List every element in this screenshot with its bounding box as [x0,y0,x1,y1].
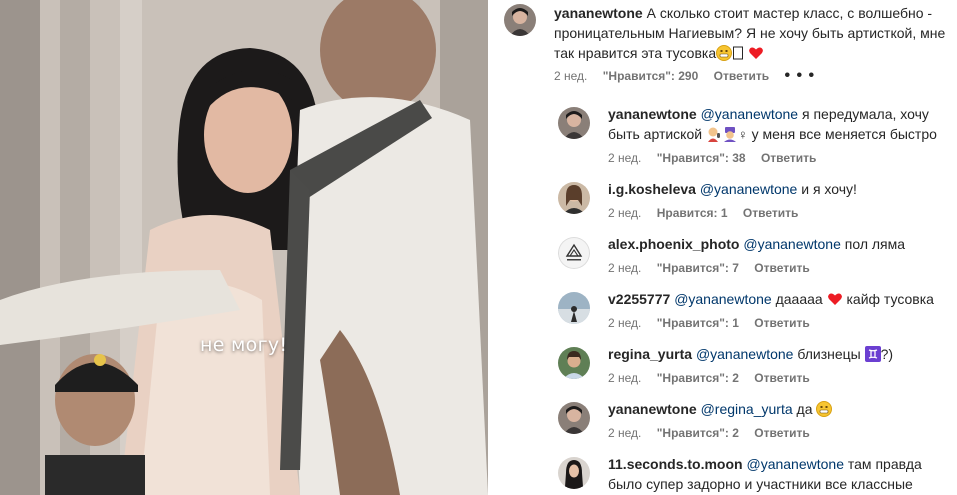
woman-guard-emoji [722,126,738,142]
reply-comment: 11.seconds.to.moon @yananewtone там прав… [488,454,957,495]
reply-likes[interactable]: "Нравится": 1 [657,316,739,330]
red-heart-icon [748,45,764,61]
avatar-yana[interactable] [504,4,536,36]
reply-username[interactable]: yananewtone [608,106,697,122]
reply-button[interactable]: Ответить [754,261,809,275]
reply-mention[interactable]: @yananewtone [701,106,799,122]
reply-body: yananewtone @regina_yurta да [608,399,948,419]
reply-time: 2 нед. [608,261,642,275]
reply-text-after: ?) [880,346,894,362]
reply-meta: 2 нед. "Нравится": 38 Ответить [608,151,828,165]
reply-meta: 2 нед. "Нравится": 7 Ответить [608,261,822,275]
reply-time: 2 нед. [608,316,642,330]
reply-mention[interactable]: @regina_yurta [701,401,793,417]
reply-mention[interactable]: @yananewtone [746,456,844,472]
reply-button[interactable]: Ответить [714,69,769,83]
reply-likes[interactable]: "Нравится": 38 [657,151,746,165]
reply-button[interactable]: Ответить [754,426,809,440]
reply-button[interactable]: Ответить [761,151,816,165]
reply-body: v2255777 @yananewtone дааааа кайф тусовк… [608,289,948,309]
reply-comment: yananewtone @yananewtone я передумала, х… [488,104,957,169]
reply-text-after: кайф тусовка [846,291,934,307]
reply-meta: 2 нед. Нравится: 1 Ответить [608,206,810,220]
reply-body: yananewtone @yananewtone я передумала, х… [608,104,948,145]
comment-time: 2 нед. [554,69,588,83]
placeholder-glyph-icon [732,45,748,61]
reply-time: 2 нед. [608,206,642,220]
reply-body: i.g.kosheleva @yananewtone и я хочу! [608,179,948,199]
reply-time: 2 нед. [608,371,642,385]
reply-text-after: у меня все меняется быстро [751,126,937,142]
reply-comment: alex.phoenix_photo @yananewtone пол ляма… [488,234,957,289]
female-sign-icon: ♀ [737,127,748,142]
reply-mention[interactable]: @yananewtone [700,181,798,197]
reply-username[interactable]: alex.phoenix_photo [608,236,739,252]
comments-panel: yananewtone А сколько стоит мастер класс… [488,0,957,495]
avatar-v2255777[interactable] [558,292,590,324]
reply-text: дааааа [775,291,823,307]
reply-likes[interactable]: "Нравится": 7 [657,261,739,275]
reply-comment: i.g.kosheleva @yananewtone и я хочу! 2 н… [488,179,957,234]
reply-username[interactable]: i.g.kosheleva [608,181,696,197]
reply-text: близнецы [797,346,861,362]
reply-likes[interactable]: "Нравится": 2 [657,371,739,385]
more-options-icon[interactable]: • • • [784,67,815,84]
reply-text: да [796,401,813,417]
reply-comment: yananewtone @regina_yurta да 2 нед. "Нра… [488,399,957,454]
woman-singer-emoji [706,126,722,142]
avatar-phoenix-logo[interactable] [558,237,590,269]
avatar-moon[interactable] [558,457,590,489]
reply-username[interactable]: v2255777 [608,291,670,307]
video-subtitle: не могу! [200,334,288,356]
reply-text: и я хочу! [801,181,857,197]
reply-comment: regina_yurta @yananewtone близнецы ?) 2 … [488,344,957,399]
reply-body: 11.seconds.to.moon @yananewtone там прав… [608,454,948,495]
gemini-zodiac-icon [864,346,881,362]
reply-time: 2 нед. [608,151,642,165]
reply-text: пол ляма [844,236,906,252]
video-frame[interactable]: не могу! [0,0,488,495]
reply-mention[interactable]: @yananewtone [674,291,772,307]
reply-username[interactable]: yananewtone [608,401,697,417]
comment-username[interactable]: yananewtone [554,5,643,21]
comment-likes[interactable]: "Нравится": 290 [603,69,699,83]
comment-meta: 2 нед. "Нравится": 290 Ответить • • • [554,67,827,85]
reply-likes[interactable]: "Нравится": 2 [657,426,739,440]
avatar-yana[interactable] [558,107,590,139]
reply-meta: 2 нед. "Нравится": 1 Ответить [608,316,822,330]
reply-body: alex.phoenix_photo @yananewtone пол ляма [608,234,948,254]
smiling-face-with-tongue-emoji [816,401,833,417]
reply-mention[interactable]: @yananewtone [743,236,841,252]
red-heart-icon [827,291,843,307]
reply-body: regina_yurta @yananewtone близнецы ?) [608,344,948,364]
reply-button[interactable]: Ответить [754,371,809,385]
video-scene-illustration [0,0,488,495]
smiling-face-with-tongue-emoji [716,45,733,61]
reply-username[interactable]: regina_yurta [608,346,692,362]
avatar-kosheleva[interactable] [558,182,590,214]
comment-body: yananewtone А сколько стоит мастер класс… [554,3,949,63]
reply-comment: v2255777 @yananewtone дааааа кайф тусовк… [488,289,957,344]
reply-username[interactable]: 11.seconds.to.moon [608,456,743,472]
avatar-yana[interactable] [558,402,590,434]
reply-time: 2 нед. [608,426,642,440]
reply-meta: 2 нед. "Нравится": 2 Ответить [608,371,822,385]
reply-meta: 2 нед. "Нравится": 2 Ответить [608,426,822,440]
reply-button[interactable]: Ответить [754,316,809,330]
reply-mention[interactable]: @yananewtone [696,346,794,362]
reply-likes[interactable]: Нравится: 1 [657,206,728,220]
avatar-regina[interactable] [558,347,590,379]
reply-button[interactable]: Ответить [743,206,798,220]
